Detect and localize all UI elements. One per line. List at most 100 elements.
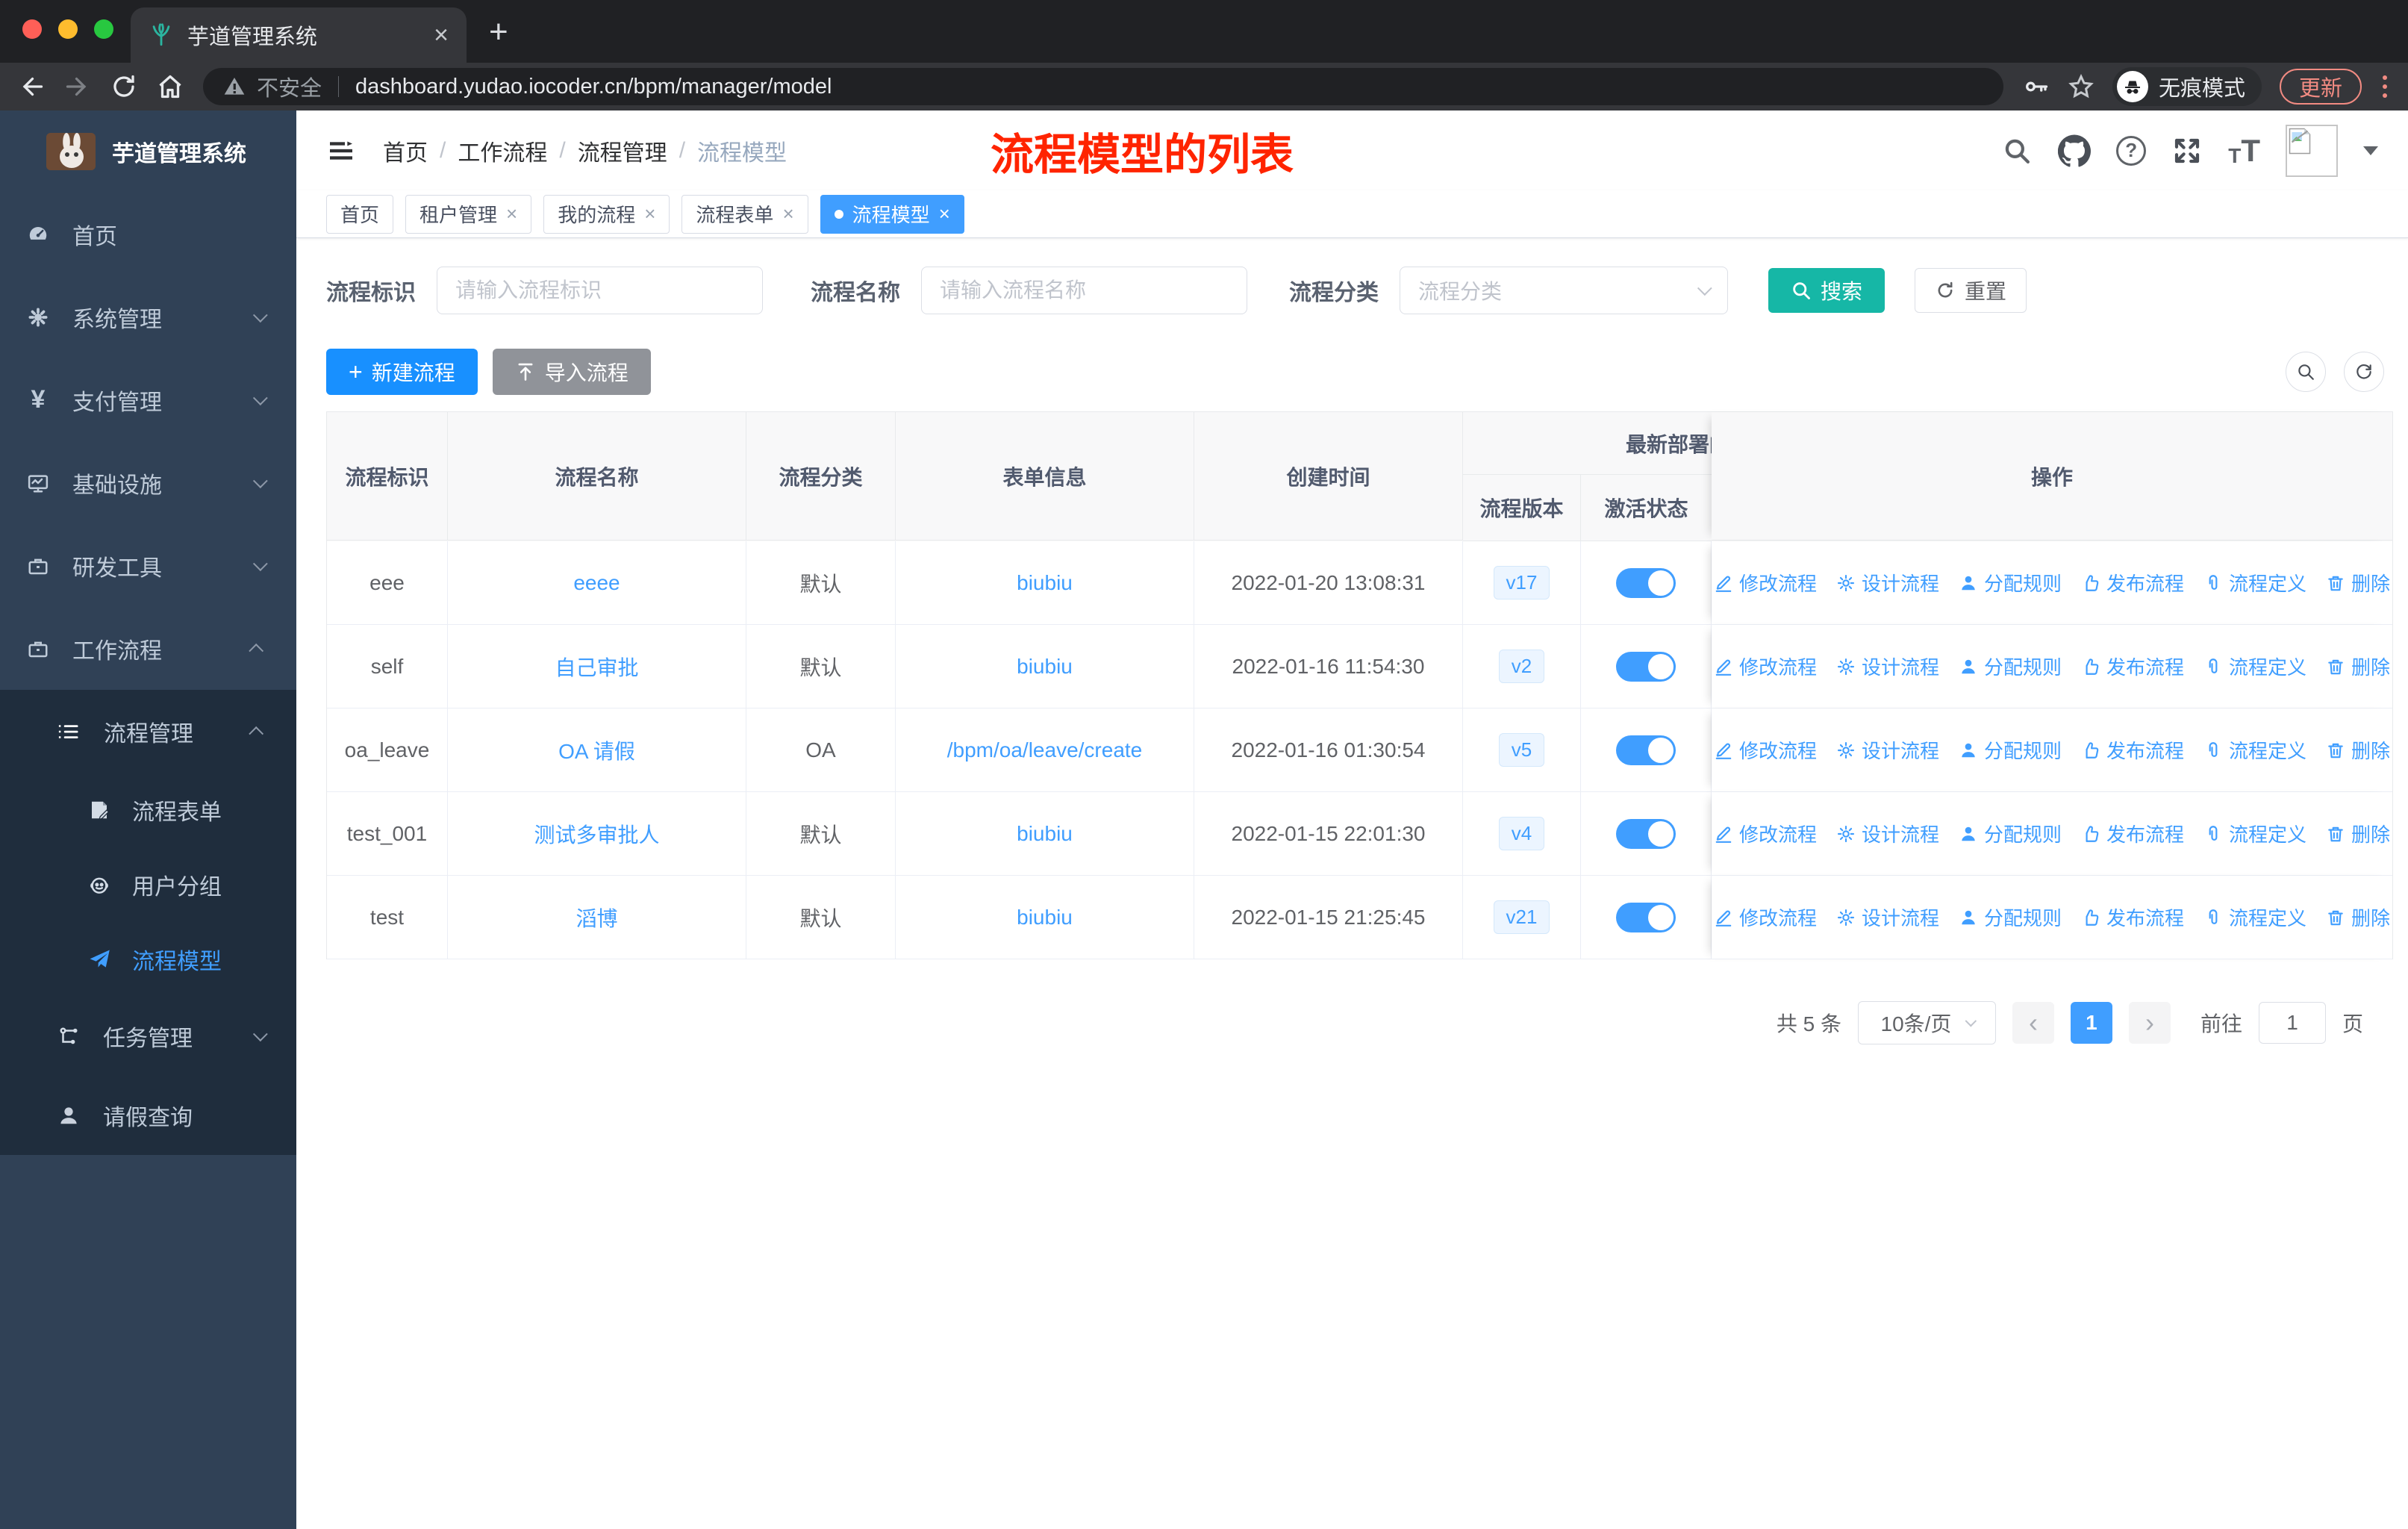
home-icon[interactable]: [157, 73, 184, 100]
window-controls[interactable]: [22, 19, 113, 39]
page-size-select[interactable]: 10条/页: [1857, 1001, 1996, 1044]
breadcrumb-home[interactable]: 首页: [383, 134, 428, 167]
sidebar-item-devtools[interactable]: 研发工具: [0, 524, 296, 607]
active-toggle[interactable]: [1616, 902, 1676, 932]
tag-tenant[interactable]: 租户管理 ×: [405, 194, 532, 234]
action-design-link[interactable]: 设计流程: [1836, 569, 1939, 597]
action-definition-link[interactable]: 流程定义: [2203, 903, 2306, 931]
action-design-link[interactable]: 设计流程: [1836, 903, 1939, 931]
search-icon[interactable]: [2001, 135, 2033, 166]
tab-close-icon[interactable]: ×: [434, 22, 449, 48]
active-toggle[interactable]: [1616, 818, 1676, 849]
help-icon[interactable]: ?: [2116, 135, 2147, 166]
form-info-link[interactable]: biubiu: [1017, 655, 1073, 679]
prev-page-button[interactable]: ‹: [2012, 1002, 2054, 1044]
sidebar-item-home[interactable]: 首页: [0, 193, 296, 275]
fullscreen-icon[interactable]: [2171, 135, 2203, 166]
next-page-button[interactable]: ›: [2128, 1002, 2171, 1044]
sidebar-item-task-manage[interactable]: 任务管理: [0, 997, 296, 1076]
sidebar-item-workflow[interactable]: 工作流程: [0, 607, 296, 690]
update-button[interactable]: 更新: [2279, 69, 2362, 105]
action-assign-rule-link[interactable]: 分配规则: [1959, 653, 2062, 680]
new-tab-button[interactable]: +: [489, 13, 508, 51]
form-info-link[interactable]: biubiu: [1017, 571, 1073, 595]
action-delete-link[interactable]: 删除: [2326, 903, 2390, 931]
close-icon[interactable]: ×: [506, 202, 517, 225]
sidebar-item-system[interactable]: 系统管理: [0, 275, 296, 358]
action-modify-link[interactable]: 修改流程: [1714, 569, 1817, 597]
form-info-link[interactable]: /bpm/oa/leave/create: [947, 738, 1143, 762]
sidebar-item-payment[interactable]: ¥ 支付管理: [0, 358, 296, 441]
action-definition-link[interactable]: 流程定义: [2203, 820, 2306, 847]
action-deploy-link[interactable]: 发布流程: [2081, 653, 2184, 680]
action-delete-link[interactable]: 删除: [2326, 736, 2390, 764]
avatar[interactable]: [2286, 124, 2338, 177]
password-key-icon[interactable]: [2023, 73, 2050, 100]
tag-process-form[interactable]: 流程表单 ×: [681, 194, 808, 234]
action-assign-rule-link[interactable]: 分配规则: [1959, 736, 2062, 764]
maximize-window-button[interactable]: [94, 19, 113, 39]
close-icon[interactable]: ×: [782, 202, 793, 225]
action-deploy-link[interactable]: 发布流程: [2081, 903, 2184, 931]
active-toggle[interactable]: [1616, 735, 1676, 765]
close-icon[interactable]: ×: [644, 202, 655, 225]
process-key-input[interactable]: [437, 267, 763, 314]
model-name-link[interactable]: OA 请假: [558, 735, 635, 765]
sidebar-item-process-form[interactable]: 流程表单: [0, 773, 296, 847]
action-definition-link[interactable]: 流程定义: [2203, 653, 2306, 680]
close-icon[interactable]: ×: [939, 202, 950, 225]
import-process-button[interactable]: 导入流程: [492, 349, 651, 395]
action-definition-link[interactable]: 流程定义: [2203, 569, 2306, 597]
action-assign-rule-link[interactable]: 分配规则: [1959, 903, 2062, 931]
action-modify-link[interactable]: 修改流程: [1714, 903, 1817, 931]
bookmark-star-icon[interactable]: [2068, 73, 2094, 100]
action-assign-rule-link[interactable]: 分配规则: [1959, 569, 2062, 597]
reset-button[interactable]: 重置: [1915, 268, 2027, 313]
action-modify-link[interactable]: 修改流程: [1714, 653, 1817, 680]
action-design-link[interactable]: 设计流程: [1836, 736, 1939, 764]
tag-process-model[interactable]: 流程模型 ×: [820, 194, 964, 234]
form-info-link[interactable]: biubiu: [1017, 906, 1073, 929]
back-icon[interactable]: [18, 73, 45, 100]
forward-icon[interactable]: [64, 73, 91, 100]
action-delete-link[interactable]: 删除: [2326, 569, 2390, 597]
goto-page-input[interactable]: [2258, 1002, 2326, 1044]
model-name-link[interactable]: 自己审批: [555, 652, 638, 682]
reload-icon[interactable]: [110, 73, 137, 100]
close-window-button[interactable]: [22, 19, 42, 39]
create-process-button[interactable]: + 新建流程: [326, 349, 478, 395]
collapse-sidebar-icon[interactable]: [326, 136, 356, 166]
model-name-link[interactable]: 测试多审批人: [534, 819, 659, 849]
sidebar-item-process-manage[interactable]: 流程管理: [0, 690, 296, 773]
url-bar[interactable]: 不安全 dashboard.yudao.iocoder.cn/bpm/manag…: [203, 68, 2003, 105]
browser-tab[interactable]: 芋道管理系统 ×: [131, 7, 467, 63]
tag-home[interactable]: 首页: [326, 194, 394, 234]
action-delete-link[interactable]: 删除: [2326, 820, 2390, 847]
breadcrumb-process-manage[interactable]: 流程管理: [578, 134, 667, 167]
action-delete-link[interactable]: 删除: [2326, 653, 2390, 680]
action-design-link[interactable]: 设计流程: [1836, 820, 1939, 847]
model-name-link[interactable]: 滔博: [576, 903, 617, 932]
github-icon[interactable]: [2058, 134, 2092, 167]
action-assign-rule-link[interactable]: 分配规则: [1959, 820, 2062, 847]
active-toggle[interactable]: [1616, 567, 1676, 598]
process-name-input[interactable]: [921, 267, 1247, 314]
sidebar-item-user-group[interactable]: 用户分组: [0, 847, 296, 922]
sidebar-item-process-model[interactable]: 流程模型: [0, 922, 296, 997]
browser-menu-icon[interactable]: [2380, 72, 2390, 101]
active-toggle[interactable]: [1616, 651, 1676, 682]
action-modify-link[interactable]: 修改流程: [1714, 820, 1817, 847]
avatar-caret-icon[interactable]: [2363, 146, 2378, 155]
form-info-link[interactable]: biubiu: [1017, 822, 1073, 846]
process-category-select[interactable]: 流程分类: [1400, 267, 1728, 314]
search-button[interactable]: 搜索: [1768, 268, 1885, 313]
font-size-icon[interactable]: TT: [2228, 134, 2260, 166]
minimize-window-button[interactable]: [58, 19, 78, 39]
action-deploy-link[interactable]: 发布流程: [2081, 820, 2184, 847]
action-design-link[interactable]: 设计流程: [1836, 653, 1939, 680]
sidebar-item-infra[interactable]: 基础设施: [0, 441, 296, 524]
action-modify-link[interactable]: 修改流程: [1714, 736, 1817, 764]
current-page-button[interactable]: 1: [2070, 1002, 2112, 1044]
action-definition-link[interactable]: 流程定义: [2203, 736, 2306, 764]
action-deploy-link[interactable]: 发布流程: [2081, 569, 2184, 597]
